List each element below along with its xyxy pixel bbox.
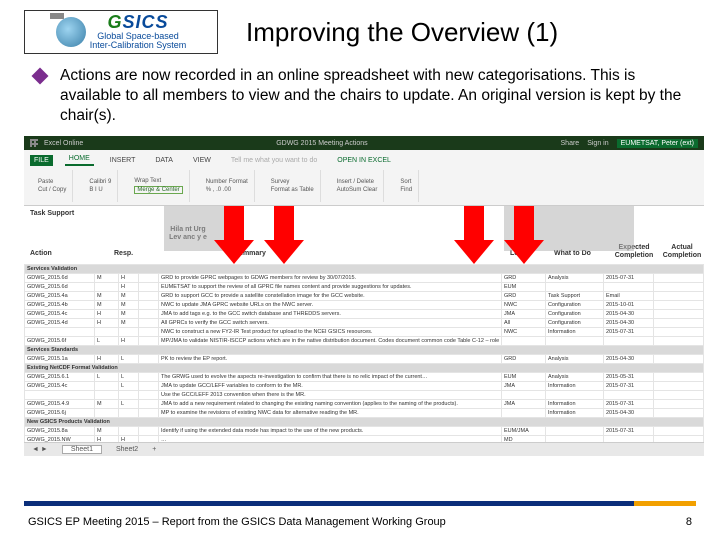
- rb-find[interactable]: Find: [400, 187, 412, 193]
- excel-titlebar: Excel Online GDWG 2015 Meeting Actions S…: [24, 136, 704, 150]
- table-row[interactable]: GDWG_2015.4.9MLJMA to add a new requirem…: [25, 400, 704, 409]
- add-sheet[interactable]: +: [152, 446, 156, 453]
- slide: GSICS Global Space-based Inter-Calibrati…: [0, 0, 720, 540]
- sheet-tab-2[interactable]: Sheet2: [116, 446, 138, 453]
- table-row[interactable]: GDWG_2015.6fLHMP/JMA to validate NISTIR-…: [25, 337, 704, 346]
- table-row[interactable]: GDWG_2015.4bMMNWC to update JMA GPRC web…: [25, 301, 704, 310]
- excel-brand: Excel Online: [44, 140, 83, 147]
- rb-survey[interactable]: Survey: [271, 179, 314, 185]
- rb-paste[interactable]: Paste: [38, 179, 66, 185]
- tab-data[interactable]: DATA: [151, 155, 177, 166]
- logo-line3: Inter-Calibration System: [90, 41, 187, 50]
- slide-title: Improving the Overview (1): [246, 17, 558, 48]
- footer-text: GSICS EP Meeting 2015 – Report from the …: [28, 516, 446, 528]
- rb-fattable[interactable]: Format as Table: [271, 187, 314, 193]
- bullet-icon: [32, 68, 49, 85]
- open-in-excel[interactable]: OPEN IN EXCEL: [333, 155, 395, 166]
- rb-wrap[interactable]: Wrap Text: [134, 178, 182, 184]
- table-row[interactable]: GDWG_2015.4cHMJMA to add tags e.g. to th…: [25, 310, 704, 319]
- table-row[interactable]: GDWG_2015.6dMHGRD to provide GPRC webpag…: [25, 274, 704, 283]
- globe-icon: [56, 17, 86, 47]
- ribbon-body: Paste Cut / Copy Calibri 9 B I U Wrap Text…: [24, 166, 704, 206]
- table-row[interactable]: GDWG_2015.6.1LLThe GRWG used to evolve t…: [25, 373, 704, 382]
- footer-accent: [634, 501, 696, 506]
- hdr-task: Task Support: [30, 210, 74, 217]
- rb-cutcopy[interactable]: Cut / Copy: [38, 187, 66, 193]
- footer-rule: [24, 501, 696, 506]
- table-row[interactable]: GDWG_2015.4dHMAll GPRCs to verify the GC…: [25, 319, 704, 328]
- header-row: GSICS Global Space-based Inter-Calibrati…: [24, 10, 696, 54]
- table-row[interactable]: GDWG_2015.6jMP to examine the revisions …: [25, 409, 704, 418]
- rb-biub[interactable]: B I U: [89, 187, 111, 193]
- tab-file[interactable]: FILE: [30, 155, 53, 166]
- excel-screenshot: Excel Online GDWG 2015 Meeting Actions S…: [24, 136, 704, 456]
- table-row[interactable]: GDWG_2015.4aMMGRD to support GCC to prov…: [25, 292, 704, 301]
- tab-view[interactable]: VIEW: [189, 155, 215, 166]
- rb-sort[interactable]: Sort: [400, 179, 412, 185]
- gsics-logo: GSICS Global Space-based Inter-Calibrati…: [24, 10, 218, 54]
- excel-ribbon: FILE HOME INSERT DATA VIEW Tell me what …: [24, 150, 704, 206]
- red-arrow-4: [504, 206, 544, 266]
- tab-home[interactable]: HOME: [65, 153, 94, 166]
- hdr-whatto: What to Do: [554, 250, 591, 257]
- hdr-resp: Resp.: [114, 250, 133, 257]
- red-arrow-2: [264, 206, 304, 266]
- table-row[interactable]: GDWG_2015.1aHLPK to review the EP report…: [25, 355, 704, 364]
- table-row[interactable]: GDWG_2015.4cLJMA to update GCC/LEFF vari…: [25, 382, 704, 391]
- rb-numctl[interactable]: % , .0 .00: [206, 187, 248, 193]
- action-table[interactable]: Services ValidationGDWG_2015.6dMHGRD to …: [24, 264, 704, 442]
- excel-statusbar: ◄ ► Sheet1 Sheet2 +: [24, 442, 704, 456]
- red-arrow-3: [454, 206, 494, 266]
- signin-link[interactable]: Sign in: [587, 140, 608, 147]
- rb-insdel[interactable]: Insert / Delete: [337, 179, 378, 185]
- user-chip[interactable]: EUMETSAT, Peter (ext): [617, 139, 698, 148]
- rb-sumclr[interactable]: AutoSum Clear: [337, 187, 378, 193]
- sheet-tab-1[interactable]: Sheet1: [62, 445, 102, 454]
- bullet-text: Actions are now recorded in an online sp…: [60, 66, 696, 126]
- red-arrow-1: [214, 206, 254, 266]
- table-row[interactable]: GDWG_2015.8aMIdentify if using the exten…: [25, 427, 704, 436]
- page-number: 8: [686, 516, 692, 528]
- bullet-row: Actions are now recorded in an online sp…: [34, 66, 696, 126]
- table-row[interactable]: Use the GCC/LEFF 2013 convention when th…: [25, 391, 704, 400]
- waffle-icon[interactable]: [30, 139, 38, 147]
- rb-numfmt[interactable]: Number Format: [206, 179, 248, 185]
- table-row[interactable]: GDWG_2015.6dHEUMETSAT to support the rev…: [25, 283, 704, 292]
- tab-insert[interactable]: INSERT: [106, 155, 140, 166]
- hdr-actcomp: Actual Completion: [660, 244, 704, 259]
- hdr-action: Action: [30, 250, 52, 257]
- tell-me-input[interactable]: Tell me what you want to do: [227, 155, 321, 166]
- table-row[interactable]: NWC to construct a new FY2-IR Test produ…: [25, 328, 704, 337]
- excel-docname: GDWG 2015 Meeting Actions: [276, 140, 367, 147]
- share-button[interactable]: Share: [561, 140, 580, 147]
- ribbon-tabs: FILE HOME INSERT DATA VIEW Tell me what …: [24, 150, 704, 166]
- logo-acronym: SICS: [122, 12, 168, 32]
- rb-merge[interactable]: Merge & Center: [134, 186, 182, 194]
- rb-font[interactable]: Calibri 9: [89, 179, 111, 185]
